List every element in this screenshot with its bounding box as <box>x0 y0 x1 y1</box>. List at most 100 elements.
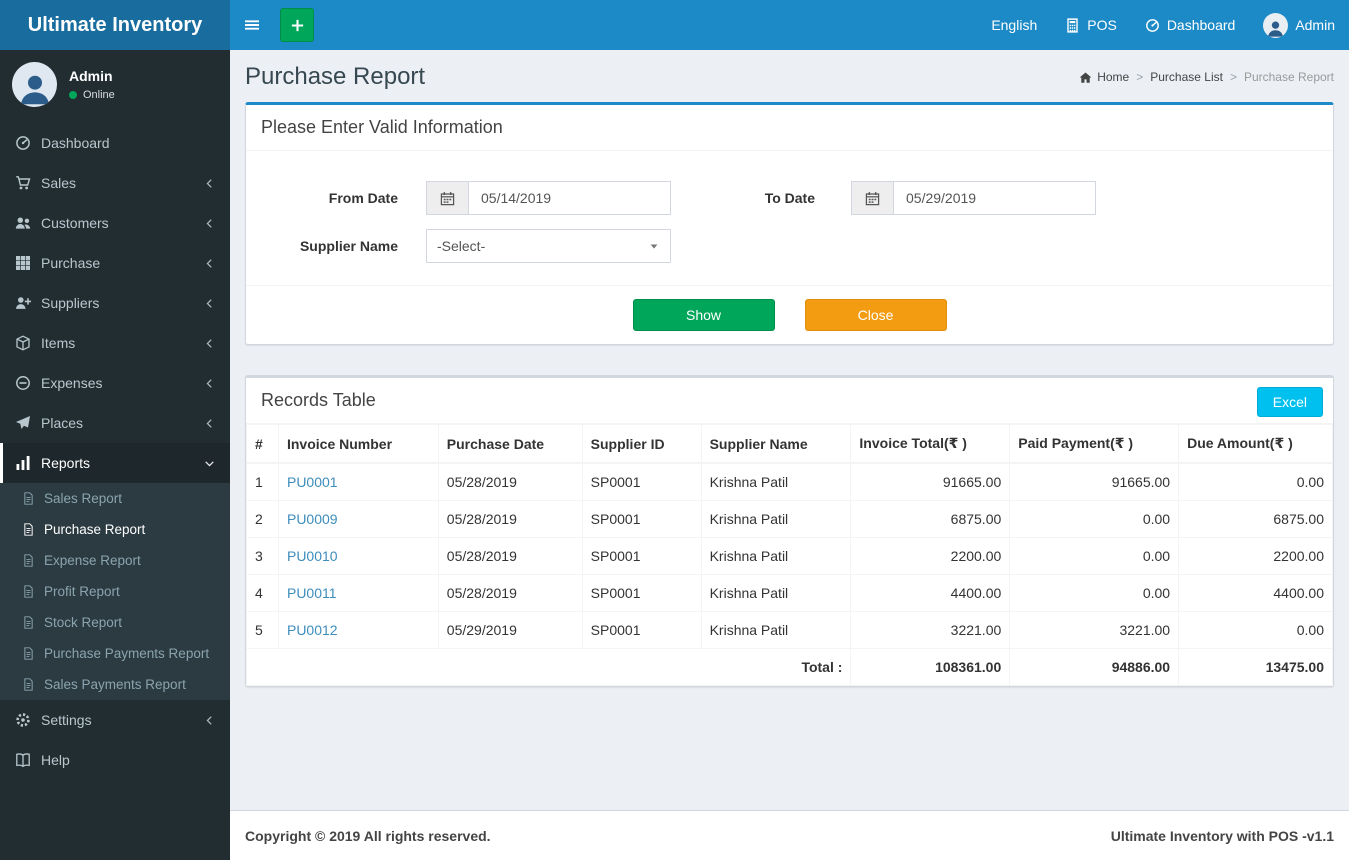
sidebar-item-suppliers[interactable]: Suppliers <box>0 283 230 323</box>
calculator-icon <box>1065 18 1080 33</box>
show-button[interactable]: Show <box>632 299 775 331</box>
cell: 05/29/2019 <box>437 611 583 649</box>
sidebar-subitem-label: Purchase Payments Report <box>44 646 210 661</box>
sidebar-item-purchase[interactable]: Purchase <box>0 243 230 283</box>
paper-plane-icon <box>15 415 31 431</box>
file-icon <box>22 585 35 598</box>
content-header: Purchase Report Home > Purchase List > Purch… <box>230 50 1349 102</box>
chevron-left-icon <box>204 338 215 349</box>
sidebar-item-reports[interactable]: Reports <box>0 443 230 483</box>
language-label: English <box>991 17 1038 33</box>
filter-panel-body: From Date To Date <box>246 151 1333 285</box>
total-paid: 94886.00 <box>1009 648 1180 686</box>
sidebar-item-label: Customers <box>41 215 109 231</box>
user-menu[interactable]: Admin <box>1249 0 1349 50</box>
sidebar-menu: Dashboard Sales Customers Purchase Suppl… <box>0 123 230 780</box>
invoice-link[interactable]: PU0001 <box>287 474 338 490</box>
column-header-due-amount: Due Amount(₹ ) <box>1178 424 1333 464</box>
column-header-invoice-number: Invoice Number <box>277 424 439 464</box>
hamburger-icon <box>244 17 260 33</box>
grid-icon <box>15 255 31 271</box>
file-icon <box>22 554 35 567</box>
from-date-calendar-addon[interactable] <box>426 181 468 215</box>
cell: 3221.00 <box>850 611 1011 649</box>
sidebar-item-expenses[interactable]: Expenses <box>0 363 230 403</box>
invoice-link[interactable]: PU0012 <box>287 622 338 638</box>
file-icon <box>22 492 35 505</box>
user-plus-icon <box>15 295 31 311</box>
sidebar-item-help[interactable]: Help <box>0 740 230 780</box>
sidebar-subitem-purchase-payments-report[interactable]: Purchase Payments Report <box>0 638 230 669</box>
breadcrumb-home[interactable]: Home <box>1079 70 1129 84</box>
from-date-input[interactable] <box>468 181 671 215</box>
sidebar-item-customers[interactable]: Customers <box>0 203 230 243</box>
online-status-dot <box>69 91 77 99</box>
sidebar-subitem-sales-report[interactable]: Sales Report <box>0 483 230 514</box>
total-row: Total : 108361.00 94886.00 13475.00 <box>245 648 1333 686</box>
sidebar-subitem-purchase-report[interactable]: Purchase Report <box>0 514 230 545</box>
sidebar-item-label: Dashboard <box>41 135 110 151</box>
cell: 5 <box>246 611 279 649</box>
sidebar-subitem-sales-payments-report[interactable]: Sales Payments Report <box>0 669 230 700</box>
language-menu[interactable]: English <box>977 0 1051 50</box>
sidebar-toggle-button[interactable] <box>230 0 274 50</box>
to-date-input[interactable] <box>893 181 1096 215</box>
to-date-calendar-addon[interactable] <box>851 181 893 215</box>
supplier-select[interactable]: -Select- <box>426 229 671 263</box>
record-row: 5 PU0012 05/29/2019 SP0001 Krishna Patil 3221… <box>246 611 1333 649</box>
close-button[interactable]: Close <box>804 299 947 331</box>
column-header-purchase-date: Purchase Date <box>437 424 583 464</box>
navbar: English POS Dashboard Admin <box>230 0 1349 50</box>
column-header-supplier-id: Supplier ID <box>581 424 702 464</box>
chevron-left-icon <box>204 298 215 309</box>
gear-icon <box>15 712 31 728</box>
chevron-left-icon <box>204 715 215 726</box>
file-icon <box>22 647 35 660</box>
column-header-supplier-name: Supplier Name <box>700 424 852 464</box>
add-button[interactable] <box>280 8 314 42</box>
cell: Krishna Patil <box>700 500 852 538</box>
sidebar-item-dashboard[interactable]: Dashboard <box>0 123 230 163</box>
cart-icon <box>15 175 31 191</box>
sidebar-item-label: Sales <box>41 175 77 191</box>
sidebar-item-places[interactable]: Places <box>0 403 230 443</box>
sidebar-item-settings[interactable]: Settings <box>0 700 230 740</box>
cell: 91665.00 <box>1009 462 1180 501</box>
to-date-label: To Date <box>764 190 815 206</box>
column-header-: # <box>246 424 279 464</box>
sidebar-subitem-expense-report[interactable]: Expense Report <box>0 545 230 576</box>
sidebar-subitem-stock-report[interactable]: Stock Report <box>0 607 230 638</box>
invoice-link[interactable]: PU0010 <box>287 548 338 564</box>
dashboard-link[interactable]: Dashboard <box>1131 0 1250 50</box>
invoice-link[interactable]: PU0009 <box>287 511 338 527</box>
sidebar-item-items[interactable]: Items <box>0 323 230 363</box>
chevron-left-icon <box>204 178 215 189</box>
sidebar-item-label: Reports <box>41 455 91 471</box>
breadcrumb-purchase-list[interactable]: Purchase List <box>1150 70 1223 84</box>
date-row: From Date To Date <box>261 181 1318 215</box>
filter-panel: Please Enter Valid Information From Date… <box>245 102 1334 345</box>
from-date-label: From Date <box>328 190 398 206</box>
cell: Krishna Patil <box>700 574 852 612</box>
page-footer: Copyright © 2019 All rights reserved. Ul… <box>230 810 1349 860</box>
cell: 2200.00 <box>1178 537 1333 575</box>
cell: 4 <box>246 574 279 612</box>
cell: SP0001 <box>581 462 702 501</box>
home-icon <box>1079 71 1092 84</box>
cell: 05/28/2019 <box>437 500 583 538</box>
top-navbar: Ultimate Inventory English POS Dashboard <box>0 0 1349 50</box>
sidebar-item-sales[interactable]: Sales <box>0 163 230 203</box>
pos-link[interactable]: POS <box>1051 0 1131 50</box>
cell: 05/28/2019 <box>437 462 583 501</box>
total-invoice: 108361.00 <box>850 648 1011 686</box>
avatar <box>1263 12 1289 38</box>
invoice-link[interactable]: PU0011 <box>287 585 337 601</box>
app-logo[interactable]: Ultimate Inventory <box>0 0 230 50</box>
plus-icon <box>290 18 305 33</box>
excel-export-button[interactable]: Excel <box>1256 387 1323 417</box>
records-table: # Invoice Number Purchase Date Supplier ID S… <box>245 424 1333 686</box>
filter-panel-footer: Show Close <box>246 285 1333 344</box>
breadcrumb-purchase-report: Purchase Report <box>1243 70 1334 84</box>
file-icon <box>22 523 35 536</box>
sidebar-subitem-profit-report[interactable]: Profit Report <box>0 576 230 607</box>
